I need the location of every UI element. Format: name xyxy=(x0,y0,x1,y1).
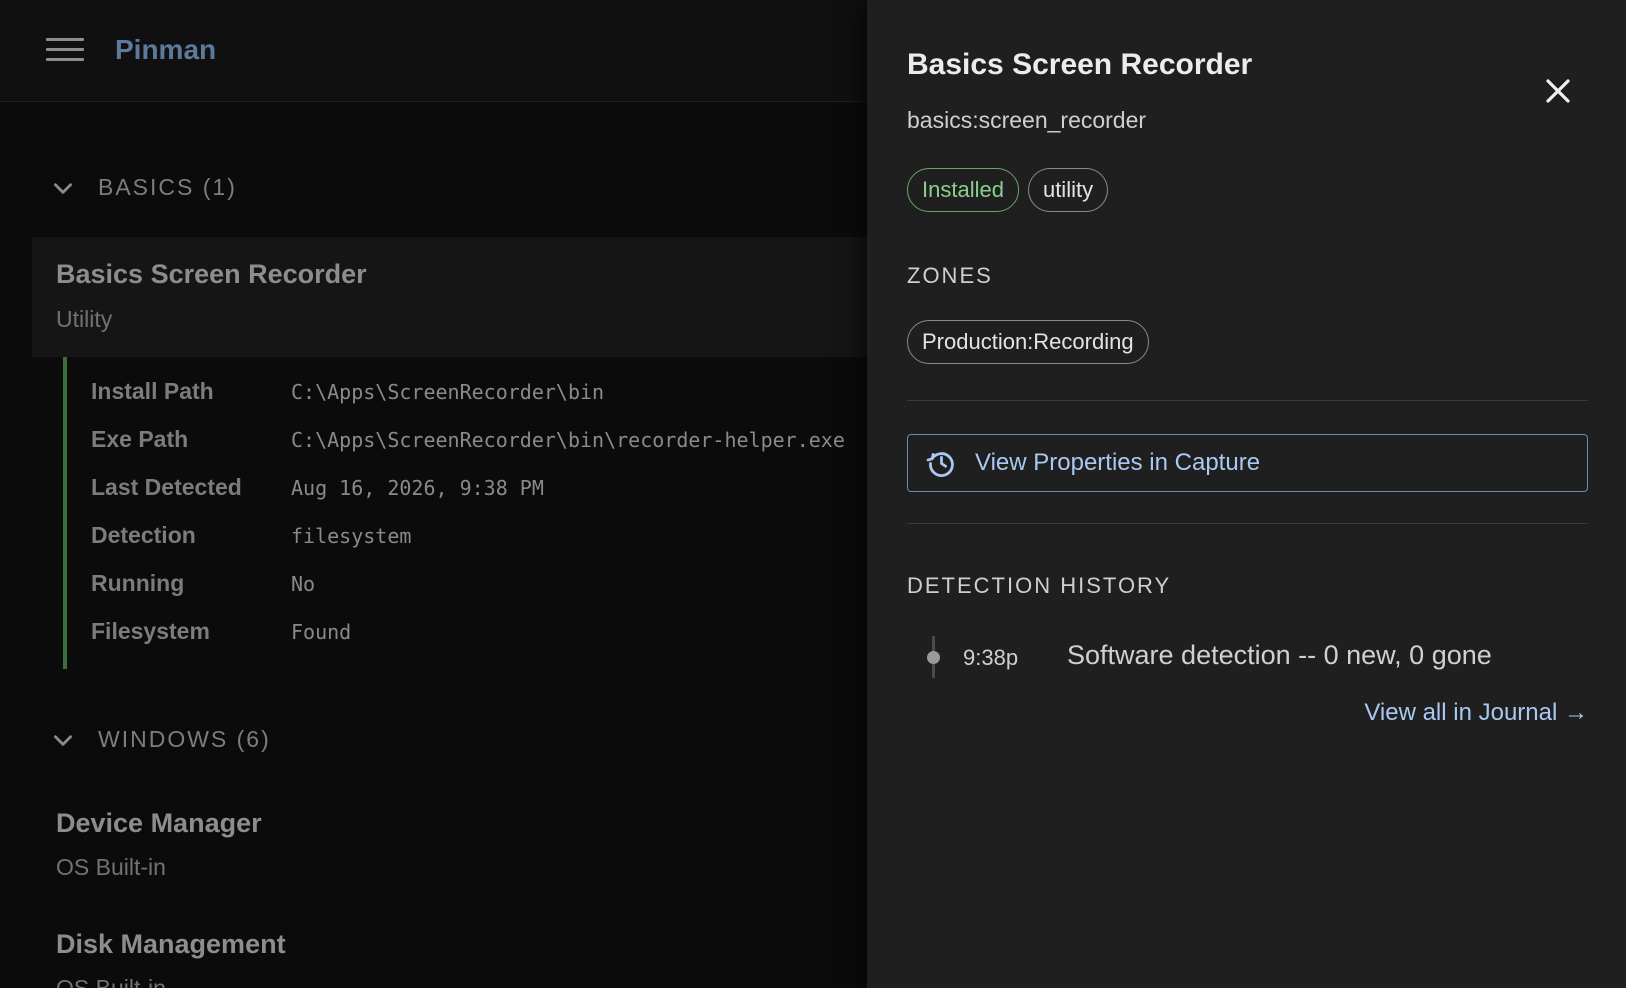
section-title: BASICS (1) xyxy=(98,174,237,200)
tag-list: Installed utility xyxy=(907,168,1109,212)
list-item-category: Utility xyxy=(56,306,113,332)
button-label: View Properties in Capture xyxy=(975,449,1261,476)
detail-label: Exe Path xyxy=(91,426,189,452)
detail-value: C:\Apps\ScreenRecorder\bin xyxy=(291,380,605,404)
timeline-dot xyxy=(927,651,940,664)
details-panel: Install Path C:\Apps\ScreenRecorder\bin … xyxy=(63,357,867,669)
brand-title[interactable]: Pinman xyxy=(115,34,216,66)
zones-heading: ZONES xyxy=(907,263,993,288)
section-title: WINDOWS (6) xyxy=(98,726,271,752)
history-event: Software detection -- 0 new, 0 gone xyxy=(1067,640,1492,670)
detail-label: Detection xyxy=(91,522,196,548)
history-time: 9:38p xyxy=(963,645,1019,670)
list-item[interactable]: Device Manager OS Built-in xyxy=(56,808,262,881)
detail-value: Found xyxy=(291,620,352,644)
view-in-capture-button[interactable]: View Properties in Capture xyxy=(907,434,1588,492)
drawer-title: Basics Screen Recorder xyxy=(907,48,1253,81)
list-item-title: Basics Screen Recorder xyxy=(56,259,367,289)
list-item-category: OS Built-in xyxy=(56,975,166,988)
view-journal-link[interactable]: View all in Journal → xyxy=(1364,699,1588,727)
detail-value: No xyxy=(291,572,316,596)
history-heading: DETECTION HISTORY xyxy=(907,573,1172,598)
software-identifier: basics:screen_recorder xyxy=(907,107,1147,133)
app-main: Pinman BASICS (1) Basics Screen Recorder… xyxy=(0,0,867,988)
detail-value: C:\Apps\ScreenRecorder\bin\recorder-help… xyxy=(291,428,845,452)
divider xyxy=(907,523,1588,524)
close-icon[interactable] xyxy=(1543,76,1573,106)
list-item-category: OS Built-in xyxy=(56,854,166,880)
top-bar: Pinman xyxy=(0,0,867,102)
detail-label: Running xyxy=(91,570,185,596)
zone-chip[interactable]: Production:Recording xyxy=(907,320,1149,364)
list-item-selected[interactable]: Basics Screen Recorder Utility xyxy=(32,237,867,357)
history-icon xyxy=(926,452,954,477)
chevron-down-icon xyxy=(54,182,72,194)
list-item-title: Disk Management xyxy=(56,929,286,959)
section-header-windows[interactable]: WINDOWS (6) xyxy=(50,726,271,753)
detail-label: Filesystem xyxy=(91,618,210,644)
detail-value: Aug 16, 2026, 9:38 PM xyxy=(291,476,544,500)
detail-drawer: Basics Screen Recorder basics:screen_rec… xyxy=(867,0,1626,988)
detail-label: Install Path xyxy=(91,378,214,404)
list-item-title: Device Manager xyxy=(56,808,262,838)
detail-value: filesystem xyxy=(291,524,412,548)
chevron-down-icon xyxy=(54,734,72,746)
divider xyxy=(907,400,1588,401)
list-item[interactable]: Disk Management OS Built-in xyxy=(56,929,286,988)
status-badge: Installed xyxy=(907,168,1019,212)
section-header-basics[interactable]: BASICS (1) xyxy=(50,174,237,201)
hamburger-icon[interactable] xyxy=(46,36,84,64)
tag-chip: utility xyxy=(1027,168,1109,212)
detail-label: Last Detected xyxy=(91,474,242,500)
